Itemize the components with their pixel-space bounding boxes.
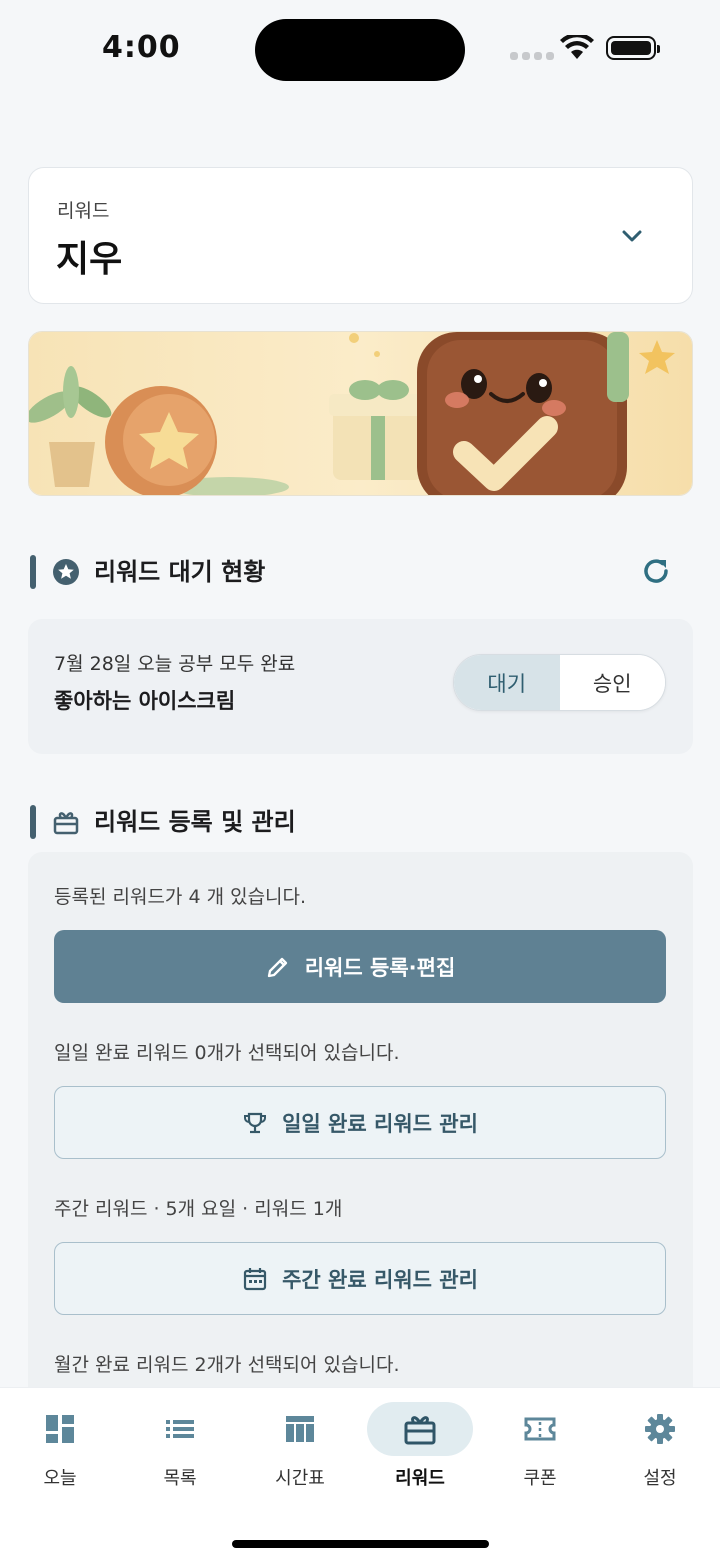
tab-label: 오늘	[43, 1468, 77, 1489]
chevron-down-icon	[622, 230, 642, 242]
dynamic-island	[255, 19, 465, 81]
reward-manage-card: 등록된 리워드가 4 개 있습니다. 리워드 등록·편집 일일 완료 리워드 0…	[28, 852, 693, 1412]
daily-reward-text: 일일 완료 리워드 0개가 선택되어 있습니다.	[54, 1042, 400, 1064]
pending-reward-name: 좋아하는 아이스크림	[54, 689, 236, 713]
bottom-tab-bar: 오늘 목록 시간표 리워드 쿠폰 설정	[0, 1387, 720, 1561]
tab-today[interactable]: 오늘	[5, 1402, 115, 1502]
weekly-reward-button[interactable]: 주간 완료 리워드 관리	[54, 1242, 666, 1315]
tab-label: 쿠폰	[523, 1468, 557, 1489]
section-accent-bar	[30, 555, 36, 589]
status-bar: 4:00	[0, 0, 720, 100]
approval-toggle[interactable]: 대기 승인	[453, 654, 666, 711]
dashboard-icon	[46, 1415, 74, 1443]
gift-box-icon	[53, 812, 79, 835]
tab-label: 리워드	[395, 1468, 445, 1489]
pending-section-header: 리워드 대기 현황	[30, 555, 690, 589]
pending-reward-card: 7월 28일 오늘 공부 모두 완료 좋아하는 아이스크림 대기 승인	[28, 619, 693, 754]
tab-label: 설정	[643, 1468, 677, 1489]
daily-reward-label: 일일 완료 리워드 관리	[282, 1111, 478, 1136]
tab-label: 시간표	[275, 1468, 325, 1489]
child-selector[interactable]: 리워드 지우	[28, 167, 693, 304]
reward-banner-image	[28, 331, 693, 496]
edit-rewards-label: 리워드 등록·편집	[304, 955, 456, 980]
edit-rewards-button[interactable]: 리워드 등록·편집	[54, 930, 666, 1003]
monthly-reward-text: 월간 완료 리워드 2개가 선택되어 있습니다.	[54, 1354, 400, 1376]
tab-reward[interactable]: 리워드	[365, 1402, 475, 1502]
pending-section-title: 리워드 대기 현황	[94, 558, 266, 586]
refresh-icon[interactable]	[640, 555, 672, 587]
pencil-icon	[267, 957, 287, 977]
coupon-icon	[524, 1417, 556, 1441]
selector-label: 리워드	[57, 200, 110, 222]
weekly-reward-text: 주간 리워드 · 5개 요일 · 리워드 1개	[54, 1198, 343, 1220]
toggle-pending[interactable]: 대기	[454, 655, 560, 710]
selector-value: 지우	[56, 239, 123, 280]
daily-reward-button[interactable]: 일일 완료 리워드 관리	[54, 1086, 666, 1159]
table-icon	[286, 1416, 314, 1442]
weekly-reward-label: 주간 완료 리워드 관리	[282, 1267, 478, 1292]
tab-list[interactable]: 목록	[125, 1402, 235, 1502]
battery-icon	[606, 36, 660, 60]
calendar-icon	[243, 1267, 267, 1290]
cellular-signal-icon	[510, 52, 554, 60]
tab-coupon[interactable]: 쿠폰	[485, 1402, 595, 1502]
star-circle-icon	[53, 559, 79, 585]
trophy-icon	[244, 1112, 267, 1133]
gift-icon	[404, 1416, 436, 1445]
tab-timetable[interactable]: 시간표	[245, 1402, 355, 1502]
tab-label: 목록	[163, 1468, 197, 1489]
wifi-icon	[560, 35, 594, 59]
pending-reward-condition: 7월 28일 오늘 공부 모두 완료	[54, 653, 296, 675]
registered-count-text: 등록된 리워드가 4 개 있습니다.	[54, 886, 307, 908]
status-time: 4:00	[102, 30, 181, 65]
gear-icon	[645, 1414, 675, 1444]
toggle-approve[interactable]: 승인	[559, 655, 665, 710]
list-icon	[166, 1420, 194, 1438]
section-accent-bar	[30, 805, 36, 839]
manage-section-header: 리워드 등록 및 관리	[30, 805, 690, 839]
tab-settings[interactable]: 설정	[605, 1402, 715, 1502]
manage-section-title: 리워드 등록 및 관리	[94, 808, 296, 836]
home-indicator	[232, 1540, 489, 1548]
